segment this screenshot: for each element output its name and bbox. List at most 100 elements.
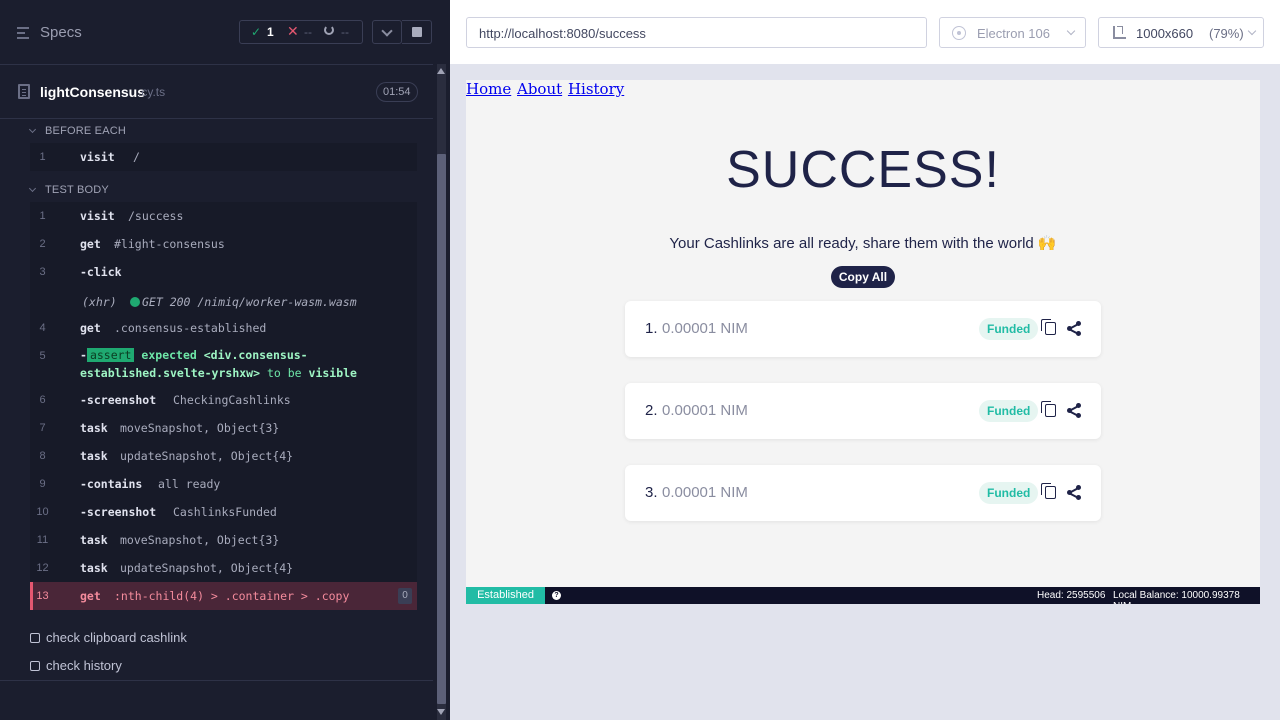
command-row[interactable]: 7 task moveSnapshot, Object{3} bbox=[30, 414, 417, 442]
assert-expected: expected bbox=[141, 348, 197, 362]
command-row[interactable]: 9 -contains all ready bbox=[30, 470, 417, 498]
command-name: task bbox=[80, 421, 108, 435]
nav-history-link[interactable]: History bbox=[568, 80, 624, 98]
copy-icon[interactable] bbox=[1041, 319, 1056, 335]
app-under-test-panel: http://localhost:8080/success Electron 1… bbox=[450, 0, 1280, 720]
command-number: 11 bbox=[36, 534, 49, 546]
command-number: 5 bbox=[39, 350, 46, 362]
assert-visible: visible bbox=[308, 366, 357, 380]
assert-prefix: - bbox=[80, 348, 87, 362]
test-title: check history bbox=[46, 658, 122, 673]
command-number: 7 bbox=[39, 422, 46, 434]
scrollbar-thumb[interactable] bbox=[437, 154, 446, 704]
command-message: .consensus-established bbox=[114, 321, 267, 335]
test-body-commands: 1 visit /success 2 get #light-consensus … bbox=[30, 202, 417, 610]
assert-subject-start: <div.consensus- bbox=[203, 348, 308, 362]
aut-header: http://localhost:8080/success Electron 1… bbox=[450, 0, 1280, 64]
spec-title-row: lightConsensus .cy.ts 01:54 bbox=[0, 66, 433, 119]
xhr-row[interactable]: (xhr) GET 200 /nimiq/worker-wasm.wasm bbox=[30, 288, 417, 316]
cashlink-card: 2. 0.00001 NIM Funded bbox=[625, 383, 1101, 439]
command-name: task bbox=[80, 449, 108, 463]
copy-all-button[interactable]: Copy All bbox=[831, 266, 895, 288]
share-icon[interactable] bbox=[1067, 403, 1081, 418]
command-number: 1 bbox=[39, 151, 46, 163]
help-icon[interactable]: ? bbox=[552, 591, 561, 600]
command-number: 1 bbox=[39, 210, 46, 222]
copy-icon[interactable] bbox=[1041, 483, 1056, 499]
command-number: 6 bbox=[39, 394, 46, 406]
copy-icon[interactable] bbox=[1041, 401, 1056, 417]
consensus-status-bar: Established ? Head: 2595506 Local Balanc… bbox=[466, 587, 1260, 604]
divider bbox=[0, 680, 433, 681]
command-message: /success bbox=[128, 209, 184, 223]
status-badge: Funded bbox=[979, 400, 1039, 422]
spec-extension: .cy.ts bbox=[138, 85, 166, 99]
command-row[interactable]: 4 get .consensus-established bbox=[30, 314, 417, 342]
command-message: moveSnapshot, Object{3} bbox=[120, 421, 280, 435]
spec-duration: 01:54 bbox=[376, 82, 418, 102]
viewport-selector[interactable]: 1000x660 (79%) bbox=[1098, 17, 1264, 48]
assert-badge: assert bbox=[86, 348, 135, 362]
assert-subject-end: established.svelte-yrshxw> bbox=[80, 366, 261, 380]
ruler-icon bbox=[1113, 26, 1126, 39]
specs-label[interactable]: Specs bbox=[40, 24, 82, 41]
pending-test-icon bbox=[30, 661, 40, 671]
command-row[interactable]: 11 task moveSnapshot, Object{3} bbox=[30, 526, 417, 554]
status-dot-icon bbox=[130, 297, 140, 307]
browser-selector[interactable]: Electron 106 bbox=[939, 17, 1086, 48]
passed-count: 1 bbox=[267, 25, 274, 39]
stop-button[interactable] bbox=[402, 20, 432, 44]
stop-icon bbox=[412, 27, 422, 37]
page-title: SUCCESS! bbox=[726, 141, 1000, 199]
command-row[interactable]: 1 visit / bbox=[30, 143, 417, 171]
command-name: -screenshot bbox=[80, 505, 157, 519]
command-row[interactable]: 6 -screenshot CheckingCashlinks bbox=[30, 386, 417, 414]
xhr-message: GET 200 /nimiq/worker-wasm.wasm bbox=[130, 295, 357, 309]
failed-command-row[interactable]: 13 get :nth-child(4) > .container > .cop… bbox=[30, 582, 417, 610]
viewport-zoom: (79%) bbox=[1209, 26, 1244, 41]
xhr-label: (xhr) bbox=[82, 295, 117, 309]
command-message: CashlinksFunded bbox=[173, 505, 277, 519]
reporter-scrollbar[interactable] bbox=[433, 64, 450, 720]
toggle-auto-scroll-button[interactable] bbox=[372, 20, 402, 44]
cashlink-index: 2. bbox=[645, 402, 658, 419]
assert-row[interactable]: 5 - assert expected <div.consensus- estab… bbox=[30, 342, 417, 384]
command-row[interactable]: 1 visit /success bbox=[30, 202, 417, 230]
share-icon[interactable] bbox=[1067, 321, 1081, 336]
head-height: Head: 2595506 bbox=[1037, 590, 1106, 601]
test-check-history[interactable]: check history bbox=[30, 658, 122, 673]
browser-label: Electron 106 bbox=[977, 26, 1050, 41]
electron-icon bbox=[952, 26, 966, 40]
status-badge: Funded bbox=[979, 482, 1039, 504]
share-icon[interactable] bbox=[1067, 485, 1081, 500]
command-number: 13 bbox=[36, 590, 49, 602]
cashlink-amount: 0.00001 NIM bbox=[662, 320, 748, 337]
cashlink-card: 3. 0.00001 NIM Funded bbox=[625, 465, 1101, 521]
scroll-down-icon[interactable] bbox=[437, 709, 445, 715]
nav-home-link[interactable]: Home bbox=[466, 80, 511, 98]
test-stats: ✓ 1 ✕ -- -- bbox=[239, 20, 363, 44]
nav-about-link[interactable]: About bbox=[517, 80, 562, 98]
command-row[interactable]: 8 task updateSnapshot, Object{4} bbox=[30, 442, 417, 470]
command-row[interactable]: 2 get #light-consensus bbox=[30, 230, 417, 258]
command-row[interactable]: 10 -screenshot CashlinksFunded bbox=[30, 498, 417, 526]
pending-icon bbox=[324, 25, 334, 35]
chevron-down-icon bbox=[1247, 26, 1257, 36]
chevron-down-icon bbox=[28, 125, 37, 134]
command-row[interactable]: 12 task updateSnapshot, Object{4} bbox=[30, 554, 417, 582]
command-name: get bbox=[80, 589, 101, 603]
command-name: get bbox=[80, 321, 101, 335]
aut-iframe: Home About History SUCCESS! Your Cashlin… bbox=[466, 80, 1260, 604]
site-nav: Home About History bbox=[466, 80, 625, 98]
chevron-down-icon bbox=[381, 25, 393, 37]
command-row[interactable]: 3 -click bbox=[30, 258, 417, 286]
specs-list-icon[interactable] bbox=[17, 27, 31, 39]
test-check-clipboard-cashlink[interactable]: check clipboard cashlink bbox=[30, 630, 187, 645]
url-bar[interactable]: http://localhost:8080/success bbox=[466, 17, 927, 48]
before-each-header[interactable]: BEFORE EACH bbox=[28, 125, 126, 137]
test-body-header[interactable]: TEST BODY bbox=[28, 184, 109, 196]
passed-icon: ✓ bbox=[251, 25, 262, 39]
consensus-established-badge: Established bbox=[466, 587, 545, 604]
failed-count: -- bbox=[304, 25, 312, 39]
scroll-up-icon[interactable] bbox=[437, 68, 445, 74]
